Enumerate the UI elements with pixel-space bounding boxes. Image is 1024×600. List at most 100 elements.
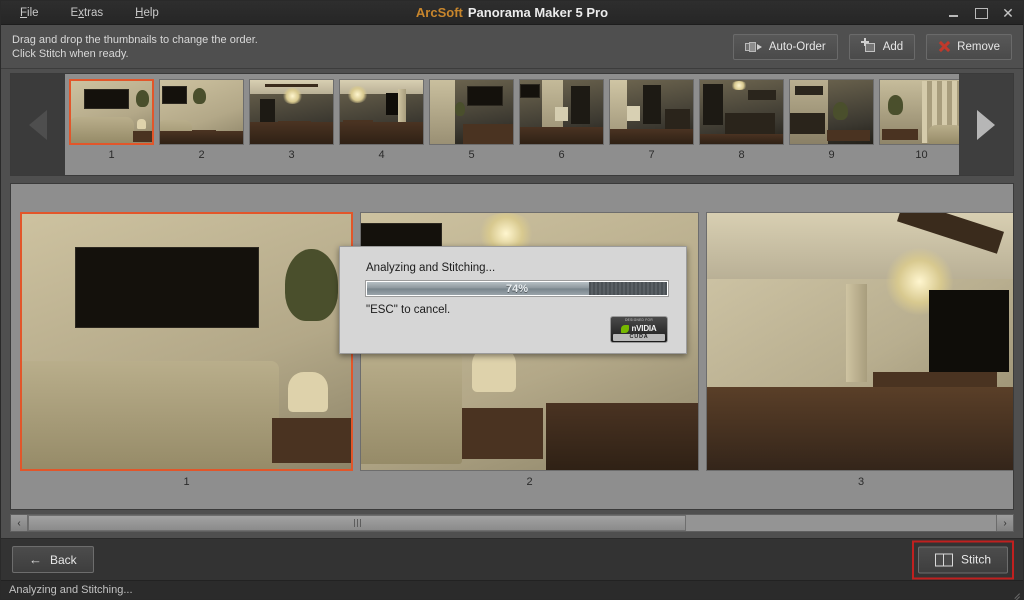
dialog-title: Analyzing and Stitching...	[366, 262, 496, 274]
scrollbar-track[interactable]	[28, 515, 996, 531]
stitch-label: Stitch	[960, 552, 991, 567]
arrow-back-icon: ←	[29, 552, 42, 567]
menu-item-help[interactable]: Help	[132, 5, 162, 21]
scroll-left-button[interactable]	[11, 74, 65, 175]
menu-item-extras[interactable]: Extras	[68, 5, 107, 21]
thumbnail-item[interactable]: 3	[249, 79, 334, 161]
thumbnail-item[interactable]: 8	[699, 79, 784, 161]
preview-item[interactable]: 3	[706, 211, 1013, 488]
thumbnail-image[interactable]	[789, 79, 874, 145]
title-bar: File Extras Help ArcSoft Panorama Maker …	[1, 1, 1023, 25]
thumbnail-image[interactable]	[429, 79, 514, 145]
thumbnail-image[interactable]	[249, 79, 334, 145]
scrollbar-thumb[interactable]	[28, 515, 687, 531]
arrow-left-icon	[29, 109, 47, 140]
preview-item[interactable]: 1	[20, 211, 353, 488]
toolbar-buttons: Auto-Order Add Remove	[732, 33, 1012, 60]
thumbnail-label: 10	[915, 149, 928, 161]
add-button[interactable]: Add	[848, 33, 916, 60]
remove-button[interactable]: Remove	[926, 33, 1012, 60]
thumbnail-image[interactable]	[609, 79, 694, 145]
scrollbar-right-button[interactable]: ›	[996, 515, 1013, 531]
instruction-text: Drag and drop the thumbnails to change t…	[12, 33, 258, 61]
preview-label: 2	[526, 475, 533, 488]
app-window: File Extras Help ArcSoft Panorama Maker …	[0, 0, 1024, 600]
progress-bar: 74%	[365, 280, 669, 297]
auto-order-icon	[744, 41, 763, 53]
add-icon	[860, 38, 877, 53]
close-icon[interactable]: ✕	[1001, 6, 1015, 20]
badge-name: nVIDIA	[631, 324, 657, 333]
product-name: Panorama Maker 5 Pro	[467, 5, 609, 20]
remove-label: Remove	[957, 40, 1000, 53]
preview-image[interactable]	[706, 211, 1013, 471]
thumbnail-item[interactable]: 5	[429, 79, 514, 161]
thumbnail-strip-container: 1 2 3 4 5 6 7 8 9 10	[1, 69, 1023, 179]
cancel-hint-text: "ESC" to cancel.	[366, 304, 451, 316]
thumbnail-image[interactable]	[339, 79, 424, 145]
nvidia-eye-icon	[621, 324, 630, 333]
badge-row: DESIGNED FOR nVIDIA CUDA	[366, 316, 668, 343]
thumbnail-image[interactable]	[69, 79, 154, 145]
thumbnail-item[interactable]: 2	[159, 79, 244, 161]
nvidia-cuda-badge-icon: DESIGNED FOR nVIDIA CUDA	[610, 316, 668, 343]
scrollbar-left-button[interactable]: ‹	[11, 515, 28, 531]
thumbnail-list: 1 2 3 4 5 6 7 8 9 10	[65, 74, 959, 175]
thumbnail-label: 4	[378, 149, 385, 161]
preview-label: 1	[183, 475, 190, 488]
minimize-icon[interactable]	[947, 6, 961, 20]
thumbnail-item[interactable]: 7	[609, 79, 694, 161]
back-label: Back	[50, 552, 77, 567]
thumbnail-image[interactable]	[699, 79, 784, 145]
thumbnail-label: 7	[648, 149, 655, 161]
stitch-icon	[934, 553, 953, 566]
thumbnail-item[interactable]: 1	[69, 79, 154, 161]
preview-image[interactable]	[20, 211, 353, 471]
preview-label: 3	[857, 475, 865, 488]
thumbnail-image[interactable]	[159, 79, 244, 145]
thumbnail-item[interactable]: 4	[339, 79, 424, 161]
thumbnail-strip: 1 2 3 4 5 6 7 8 9 10	[10, 73, 1014, 176]
thumbnail-label: 8	[738, 149, 745, 161]
thumbnail-image[interactable]	[519, 79, 604, 145]
auto-order-button[interactable]: Auto-Order	[732, 33, 838, 60]
thumbnail-image[interactable]	[879, 79, 959, 145]
progress-percent-label: 74%	[505, 282, 529, 295]
menu-bar: File Extras Help	[17, 5, 162, 21]
status-text: Analyzing and Stitching...	[9, 584, 133, 596]
preview-hscrollbar[interactable]: ‹ ›	[10, 514, 1014, 532]
stitch-button[interactable]: Stitch	[917, 546, 1008, 573]
back-button[interactable]: ← Back	[12, 546, 94, 573]
remove-x-icon	[938, 40, 951, 53]
thumbnail-label: 2	[198, 149, 205, 161]
thumbnail-item[interactable]: 9	[789, 79, 874, 161]
auto-order-label: Auto-Order	[768, 40, 826, 53]
thumbnail-item[interactable]: 6	[519, 79, 604, 161]
scroll-right-button[interactable]	[959, 74, 1013, 175]
progress-dialog: Analyzing and Stitching... 74% "ESC" to …	[339, 246, 687, 354]
thumbnail-item[interactable]: 10	[879, 79, 959, 161]
thumbnail-label: 5	[468, 149, 475, 161]
menu-item-file[interactable]: File	[17, 5, 42, 21]
badge-bottom-text: CUDA	[613, 334, 665, 341]
resize-grip-icon[interactable]	[1007, 584, 1021, 600]
hint-line-2: Click Stitch when ready.	[12, 47, 129, 60]
footer-bar: ← Back Stitch	[1, 538, 1023, 580]
maximize-icon[interactable]	[974, 6, 988, 20]
badge-name-row: nVIDIA	[621, 324, 657, 333]
preview-area: 1 2 3 ‹ ›	[1, 179, 1023, 538]
thumbnail-label: 6	[558, 149, 565, 161]
thumbnail-label: 3	[288, 149, 295, 161]
arrow-right-icon	[977, 109, 995, 140]
status-bar: Analyzing and Stitching...	[1, 580, 1023, 600]
hint-line-1: Drag and drop the thumbnails to change t…	[12, 33, 258, 46]
scrollbar-grip-icon	[353, 519, 361, 527]
brand-name: ArcSoft	[415, 5, 463, 20]
thumbnail-label: 1	[108, 149, 115, 161]
thumbnail-label: 9	[828, 149, 835, 161]
menu-item-file-rest: ile	[27, 6, 39, 19]
toolbar: Drag and drop the thumbnails to change t…	[1, 25, 1023, 69]
stitch-button-highlight: Stitch	[911, 540, 1014, 579]
badge-top-text: DESIGNED FOR	[625, 318, 653, 322]
back-button-wrap: ← Back	[12, 546, 94, 573]
